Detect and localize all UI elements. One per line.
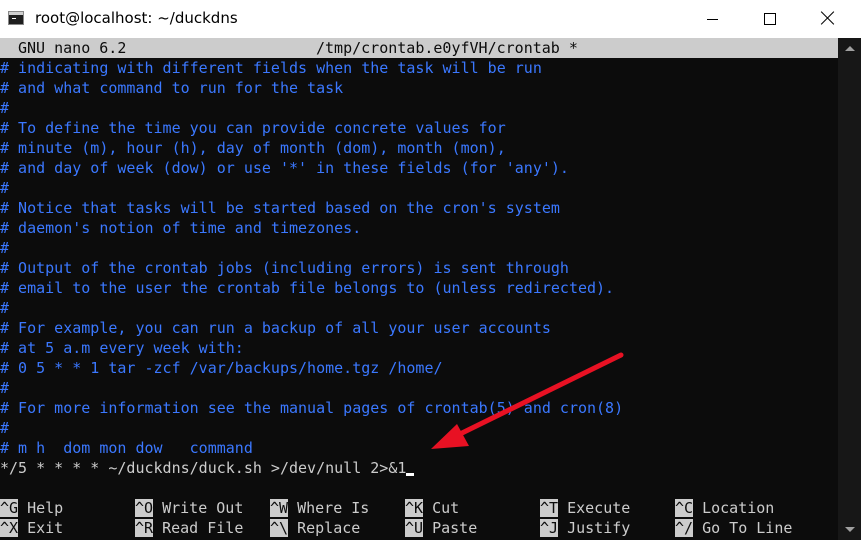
shortcut-location[interactable]: ^C Location [675, 498, 774, 518]
shortcut-label: Paste [423, 519, 478, 537]
shortcut-where-is[interactable]: ^W Where Is [270, 498, 369, 518]
editor-line[interactable]: # 0 5 * * 1 tar -zcf /var/backups/home.t… [0, 358, 443, 378]
editor-line[interactable]: # [0, 238, 9, 258]
vertical-scrollbar[interactable] [838, 38, 861, 540]
maximize-button[interactable] [739, 0, 801, 38]
editor-line[interactable]: # m h dom mon dow command [0, 438, 253, 458]
nano-version: GNU nano 6.2 [18, 39, 127, 57]
cron-command-text: */5 * * * * ~/duckdns/duck.sh >/dev/null… [0, 459, 407, 477]
shortcut-key: ^G [0, 499, 19, 517]
shortcut-read-file[interactable]: ^R Read File [135, 518, 243, 538]
terminal-app-icon [8, 11, 24, 25]
editor-line[interactable]: # indicating with different fields when … [0, 58, 542, 78]
shortcut-key: ^X [0, 519, 19, 537]
shortcut-cut[interactable]: ^K Cut [405, 498, 459, 518]
editor-line[interactable]: # minute (m), hour (h), day of month (do… [0, 138, 506, 158]
shortcut-key: ^O [135, 499, 154, 517]
title-bar[interactable]: root@localhost: ~/duckdns [0, 0, 861, 38]
maximize-icon [764, 13, 776, 25]
shortcut-execute[interactable]: ^T Execute [540, 498, 630, 518]
editor-line[interactable]: # daemon's notion of time and timezones. [0, 218, 361, 238]
shortcut-label: Write Out [153, 499, 244, 517]
text-cursor [406, 473, 415, 476]
scroll-up-arrow-icon[interactable] [845, 46, 855, 51]
shortcut-key: ^\ [270, 519, 289, 537]
shortcut-label: Execute [558, 499, 631, 517]
shortcut-key: ^K [405, 499, 424, 517]
editor-line[interactable]: # at 5 a.m every week with: [0, 338, 244, 358]
nano-filename: /tmp/crontab.e0yfVH/crontab * [316, 39, 578, 57]
shortcut-label: Justify [558, 519, 631, 537]
shortcut-justify[interactable]: ^J Justify [540, 518, 630, 538]
close-button[interactable] [797, 0, 859, 38]
editor-line[interactable]: # [0, 378, 9, 398]
editor-line[interactable]: # [0, 298, 9, 318]
scroll-down-arrow-icon[interactable] [845, 527, 855, 532]
close-icon [821, 11, 835, 25]
editor-line[interactable]: # and what command to run for the task [0, 78, 343, 98]
window-title: root@localhost: ~/duckdns [35, 9, 238, 27]
editor-line[interactable]: # Notice that tasks will be started base… [0, 198, 560, 218]
shortcut-label: Go To Line [693, 519, 793, 537]
nano-header-bar: GNU nano 6.2 /tmp/crontab.e0yfVH/crontab… [0, 38, 838, 58]
shortcut-exit[interactable]: ^X Exit [0, 518, 63, 538]
shortcut-paste[interactable]: ^U Paste [405, 518, 477, 538]
terminal-content[interactable]: GNU nano 6.2 /tmp/crontab.e0yfVH/crontab… [0, 38, 838, 540]
shortcut-write-out[interactable]: ^O Write Out [135, 498, 243, 518]
shortcut-help[interactable]: ^G Help [0, 498, 63, 518]
shortcut-label: Exit [18, 519, 64, 537]
shortcut-key: ^J [540, 519, 559, 537]
shortcut-label: Read File [153, 519, 244, 537]
terminal-window: root@localhost: ~/duckdns GNU nano 6.2 /… [0, 0, 861, 540]
shortcut-replace[interactable]: ^\ Replace [270, 518, 360, 538]
editor-line[interactable]: # and day of week (dow) or use '*' in th… [0, 158, 569, 178]
cron-command-line[interactable]: */5 * * * * ~/duckdns/duck.sh >/dev/null… [0, 458, 415, 478]
editor-line[interactable]: # [0, 98, 9, 118]
shortcut-label: Where Is [288, 499, 370, 517]
editor-line[interactable]: # For more information see the manual pa… [0, 398, 623, 418]
shortcut-key: ^T [540, 499, 559, 517]
shortcut-key: ^U [405, 519, 424, 537]
editor-line[interactable]: # email to the user the crontab file bel… [0, 278, 614, 298]
shortcut-label: Replace [288, 519, 361, 537]
minimize-button[interactable] [681, 0, 743, 38]
shortcut-key: ^R [135, 519, 154, 537]
editor-line[interactable]: # [0, 178, 9, 198]
editor-line[interactable]: # [0, 418, 9, 438]
shortcut-label: Cut [423, 499, 460, 517]
shortcut-key: ^C [675, 499, 694, 517]
shortcut-key: ^W [270, 499, 289, 517]
editor-line[interactable]: # To define the time you can provide con… [0, 118, 506, 138]
shortcut-go-to-line[interactable]: ^/ Go To Line [675, 518, 792, 538]
minimize-icon [707, 19, 718, 20]
shortcut-label: Help [18, 499, 64, 517]
editor-line[interactable]: # For example, you can run a backup of a… [0, 318, 551, 338]
shortcut-key: ^/ [675, 519, 694, 537]
shortcut-label: Location [693, 499, 775, 517]
editor-line[interactable]: # Output of the crontab jobs (including … [0, 258, 569, 278]
